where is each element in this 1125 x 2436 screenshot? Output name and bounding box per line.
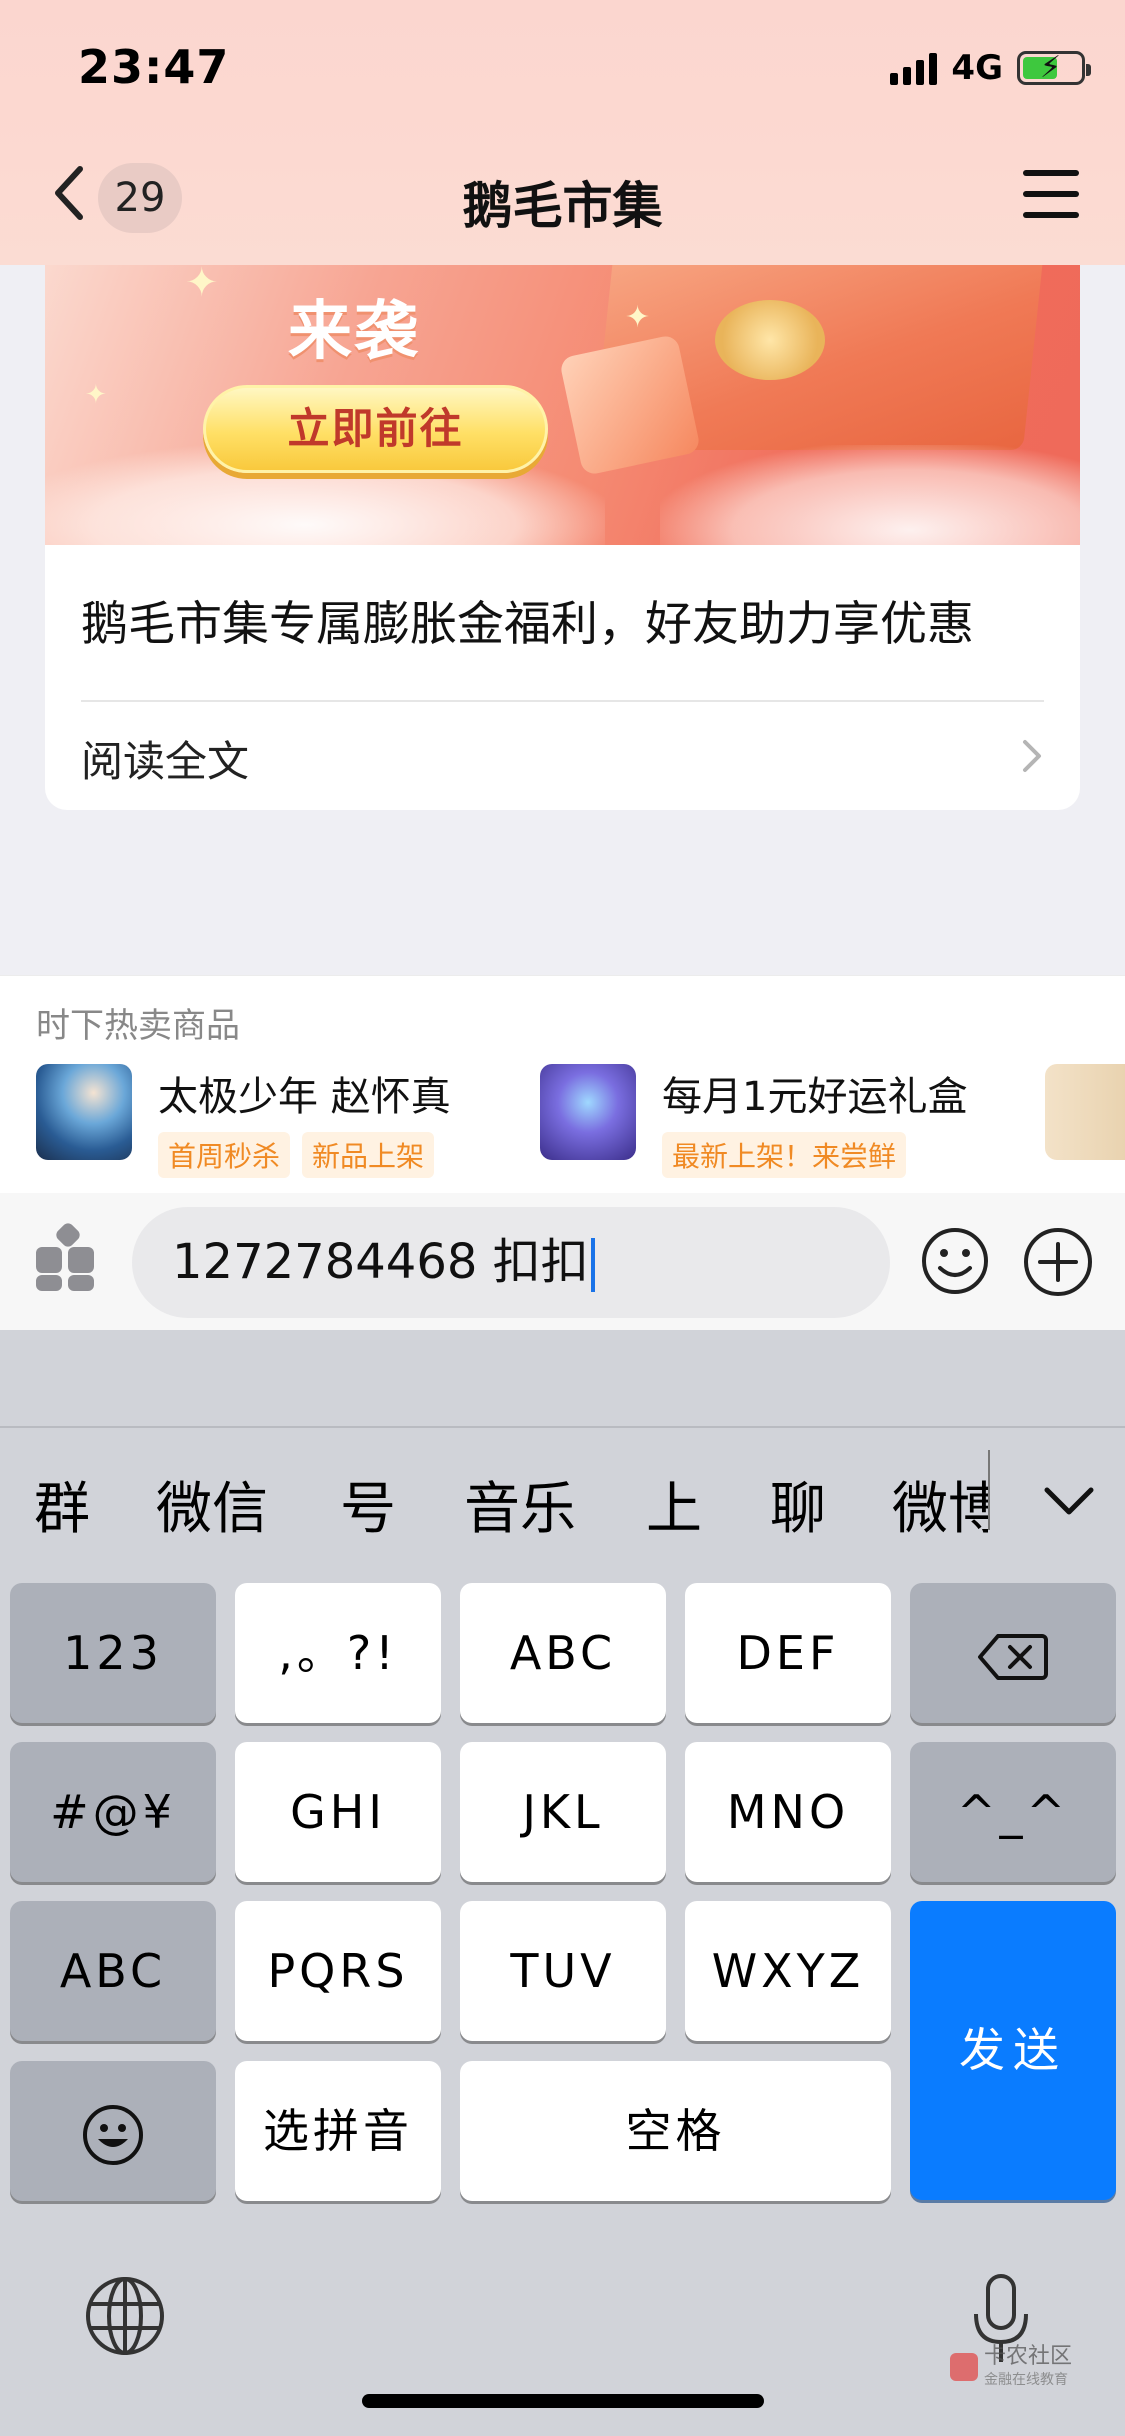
article-title: 鹅毛市集专属膨胀金福利，好友助力享优惠 <box>81 597 974 652</box>
key-abc-switch[interactable]: ABC <box>10 1901 216 2041</box>
top-bar: 23:47 4G ⚡ 29 鹅毛市集 <box>0 0 1125 265</box>
backspace-key[interactable] <box>910 1583 1116 1723</box>
coins-graphic <box>715 300 825 380</box>
key-jkl[interactable]: JKL <box>460 1742 666 1882</box>
key-pinyin[interactable]: 选拼音 <box>235 2061 441 2201</box>
emoji-key[interactable] <box>10 2061 216 2201</box>
space-key[interactable]: 空格 <box>460 2061 891 2201</box>
sparkle-icon: ✦ <box>625 300 651 335</box>
watermark-title: 卡农社区 <box>984 2344 1073 2369</box>
battery-icon: ⚡ <box>1017 50 1091 85</box>
chevron-right-icon <box>1023 740 1041 772</box>
banner-go-button[interactable]: 立即前往 <box>203 385 548 473</box>
hot-products-bar: 时下热卖商品 太极少年 赵怀真 首周秒杀 新品上架 每月1元好运礼盒 最新上架！… <box>0 975 1125 1193</box>
product-tag: 首周秒杀 <box>158 1132 291 1178</box>
key-pqrs[interactable]: PQRS <box>235 1901 441 2041</box>
product-tag: 最新上架！来尝鲜 <box>662 1132 907 1178</box>
chevron-down-icon[interactable] <box>1041 1480 1097 1520</box>
message-input[interactable]: 1272784468 扣扣 <box>132 1207 890 1318</box>
key-123[interactable]: 123 <box>10 1583 216 1723</box>
candidate-word[interactable]: 音乐 <box>464 1464 576 1545</box>
key-wxyz[interactable]: WXYZ <box>685 1901 891 2041</box>
send-button[interactable]: 发送 <box>910 1901 1116 2200</box>
key-symbols[interactable]: #@¥ <box>10 1742 216 1882</box>
product-thumbnail <box>36 1064 132 1160</box>
product-name: 每月1元好运礼盒 <box>662 1074 968 1120</box>
menu-icon[interactable] <box>1023 170 1079 218</box>
message-text: 1272784468 扣扣 <box>172 1234 589 1290</box>
key-mno[interactable]: MNO <box>685 1742 891 1882</box>
article-banner[interactable]: ✦ ✦ ✦ 来袭 立即前往 <box>45 240 1080 545</box>
read-more-link[interactable]: 阅读全文 <box>81 728 249 789</box>
key-punctuation[interactable]: ,。?! <box>235 1583 441 1723</box>
product-thumbnail-partial[interactable] <box>1045 1064 1125 1160</box>
product-thumbnail <box>540 1064 636 1160</box>
emoji-icon[interactable] <box>920 1226 990 1296</box>
watermark: 卡农社区 金融在线教育 <box>950 2344 1073 2389</box>
backspace-icon <box>978 1633 1048 1680</box>
product-name: 太极少年 赵怀真 <box>158 1074 451 1120</box>
cloud-graphic <box>660 445 1080 545</box>
signal-icon <box>890 51 938 85</box>
keyboard: 群 微信 号 音乐 上 聊 微博 <box>0 1330 1125 2436</box>
globe-icon[interactable] <box>84 2275 166 2357</box>
product-tag: 新品上架 <box>302 1132 435 1178</box>
product-item[interactable]: 每月1元好运礼盒 最新上架！来尝鲜 <box>540 1064 968 1178</box>
key-def[interactable]: DEF <box>685 1583 891 1723</box>
watermark-subtitle: 金融在线教育 <box>984 2372 1068 2389</box>
candidate-word[interactable]: 微信 <box>156 1464 268 1545</box>
message-input-bar: 1272784468 扣扣 <box>0 1193 1125 1330</box>
home-indicator[interactable] <box>362 2394 764 2408</box>
banner-heading: 来袭 <box>288 295 420 369</box>
candidate-bar: 群 微信 号 音乐 上 聊 微博 <box>0 1426 1125 1566</box>
divider <box>81 700 1044 702</box>
sparkle-icon: ✦ <box>85 380 107 410</box>
text-cursor <box>590 1238 595 1292</box>
candidate-word[interactable]: 上 <box>646 1464 702 1545</box>
divider <box>988 1450 990 1530</box>
network-label: 4G <box>951 48 1003 88</box>
candidate-word[interactable]: 群 <box>34 1464 90 1545</box>
apps-grid-icon[interactable] <box>36 1220 98 1291</box>
emoji-icon <box>83 2104 143 2165</box>
key-ghi[interactable]: GHI <box>235 1742 441 1882</box>
product-item[interactable]: 太极少年 赵怀真 首周秒杀 新品上架 <box>36 1064 451 1178</box>
sparkle-icon: ✦ <box>185 260 219 306</box>
watermark-logo <box>950 2353 978 2382</box>
article-card[interactable]: ✦ ✦ ✦ 来袭 立即前往 鹅毛市集专属膨胀金福利，好友助力享优惠 阅读全文 <box>45 240 1080 810</box>
candidate-word[interactable]: 聊 <box>770 1464 826 1545</box>
candidate-word[interactable]: 微博 <box>892 1464 988 1545</box>
key-emoticon[interactable]: ^_^ <box>910 1742 1116 1882</box>
key-tuv[interactable]: TUV <box>460 1901 666 2041</box>
candidate-word[interactable]: 号 <box>340 1464 396 1545</box>
status-time: 23:47 <box>78 40 230 94</box>
status-icons: 4G ⚡ <box>890 48 1091 88</box>
page-title: 鹅毛市集 <box>462 177 663 235</box>
key-abc[interactable]: ABC <box>460 1583 666 1723</box>
plus-circle-icon[interactable] <box>1022 1226 1094 1298</box>
hot-products-title: 时下热卖商品 <box>36 1006 240 1046</box>
